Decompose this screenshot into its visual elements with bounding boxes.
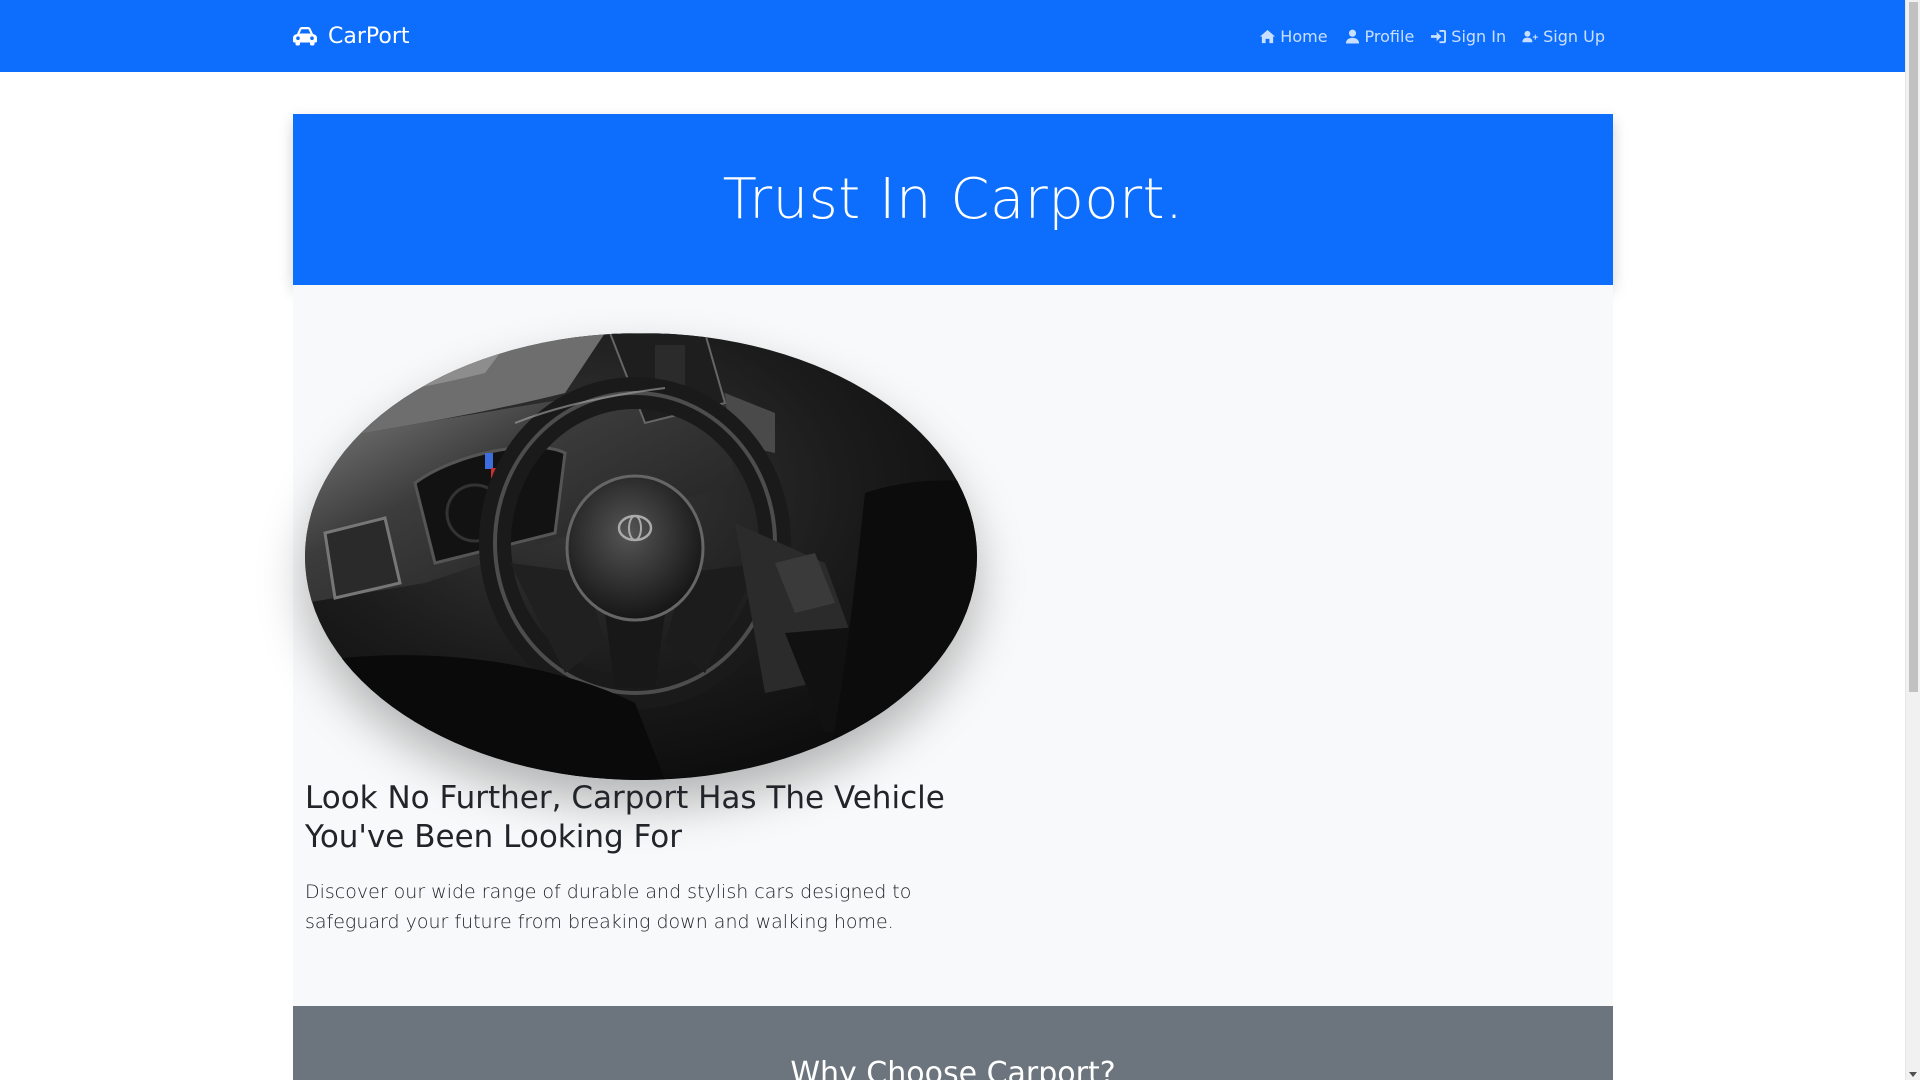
feature-description: Discover our wide range of durable and s… — [305, 881, 912, 933]
user-icon — [1345, 29, 1359, 44]
nav-sign-in-label: Sign In — [1451, 26, 1507, 46]
nav-home-link[interactable]: Home — [1259, 26, 1328, 46]
home-icon — [1260, 29, 1276, 43]
nav-links: Home Profile Sign In Sign Up — [1259, 0, 1605, 72]
nav-home-label: Home — [1280, 26, 1328, 46]
car-interior-illustration — [305, 333, 977, 780]
feature-headline: Look No Further, Carport Has The Vehicle… — [305, 780, 945, 855]
hero-banner: Trust In Carport. — [293, 114, 1613, 285]
sign-in-icon — [1431, 29, 1447, 43]
why-section: Why Choose Carport? — [293, 1006, 1613, 1080]
nav-profile-label: Profile — [1364, 26, 1415, 46]
hero-title: Trust In Carport. — [722, 167, 1184, 232]
nav-profile-link[interactable]: Profile — [1344, 26, 1415, 46]
nav-sign-in-link[interactable]: Sign In — [1430, 27, 1506, 46]
nav-sign-up-link[interactable]: Sign Up — [1522, 27, 1605, 46]
brand-link[interactable]: CarPort — [292, 0, 410, 72]
user-plus-icon — [1522, 30, 1538, 42]
feature-section: Look No Further, Carport Has The Vehicle… — [293, 285, 1613, 1006]
brand-name: CarPort — [328, 23, 410, 49]
why-title: Why Choose Carport? — [790, 1056, 1116, 1080]
scrollbar-thumb[interactable] — [1909, 2, 1918, 692]
car-icon — [293, 27, 317, 46]
page-scrollbar[interactable] — [1905, 0, 1920, 1080]
car-interior-image — [305, 333, 977, 780]
navbar: CarPort Home Profile Sign In Sign Up — [0, 0, 1905, 72]
page: CarPort Home Profile Sign In Sign Up Tru… — [0, 0, 1920, 1080]
nav-sign-up-label: Sign Up — [1543, 26, 1605, 46]
scroll-down-arrow-icon[interactable] — [1909, 1072, 1917, 1077]
